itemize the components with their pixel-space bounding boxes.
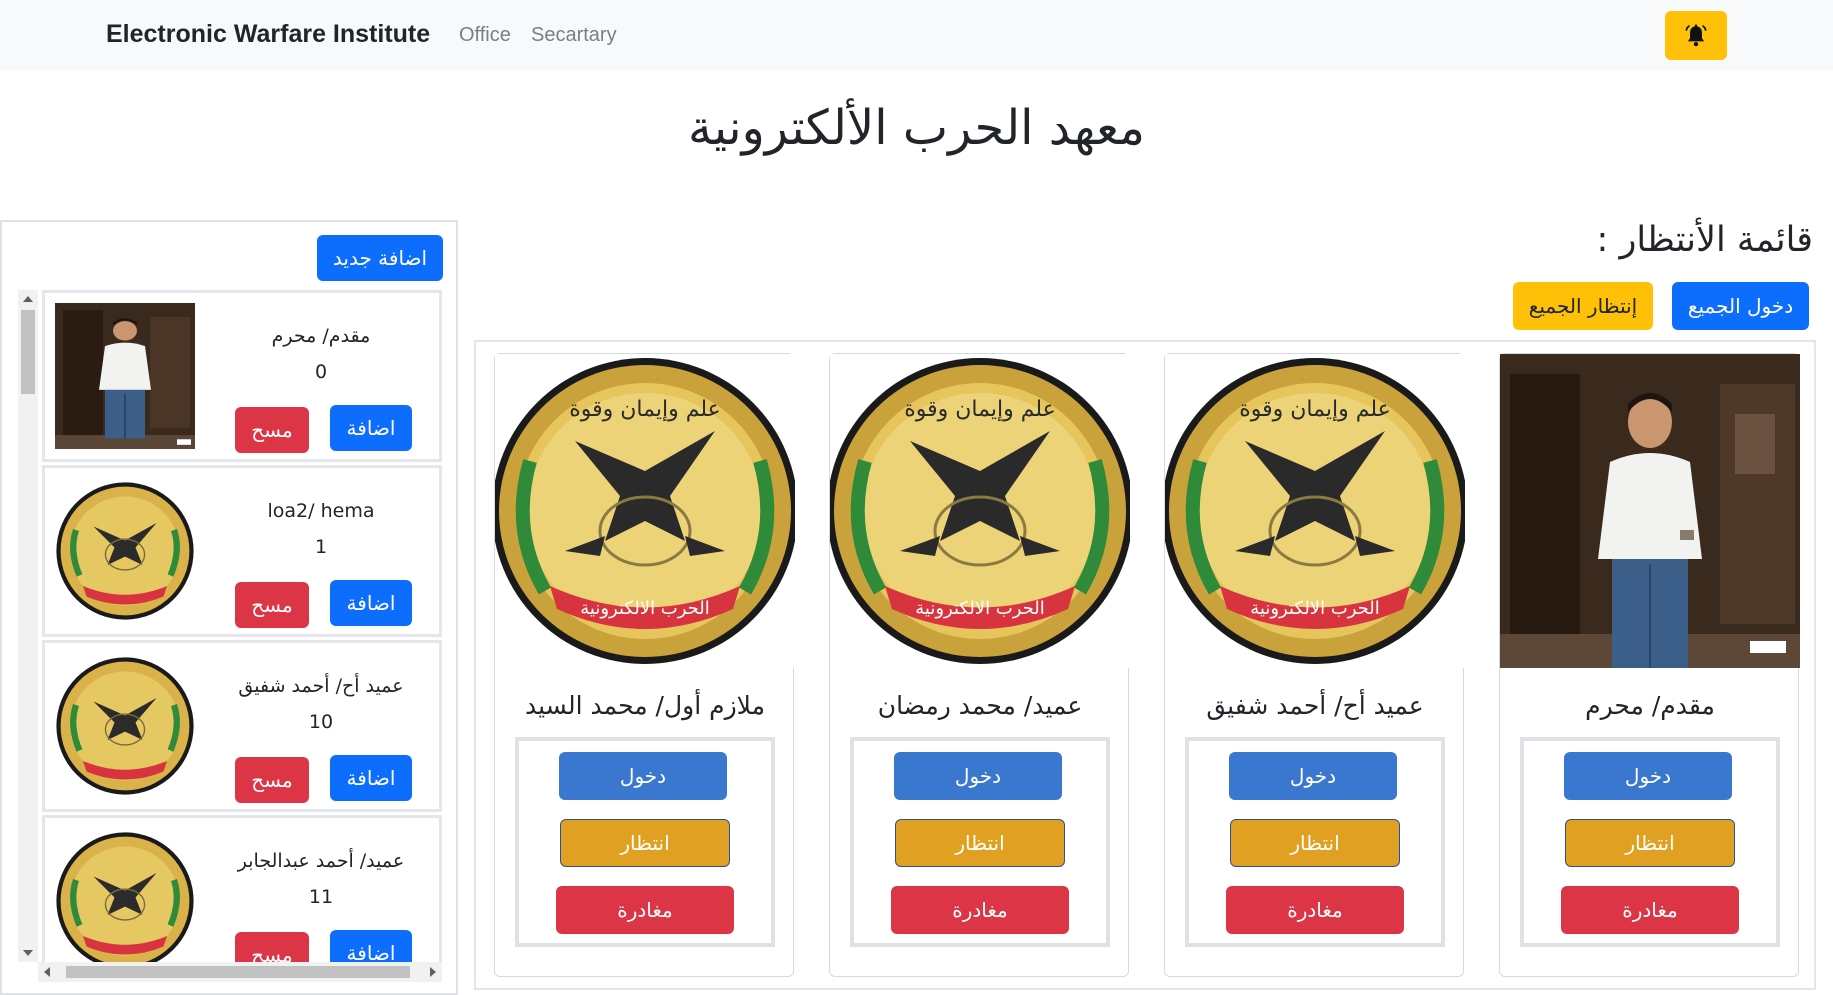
card-name: عميد أح/ أحمد شفيق (1206, 691, 1424, 720)
enter-button[interactable]: دخول (1229, 752, 1397, 800)
notifications-button[interactable] (1665, 11, 1727, 60)
card-name: مقدم/ محرم (1585, 691, 1715, 720)
wait-button[interactable]: انتظار (1230, 819, 1400, 867)
person-photo (1500, 354, 1800, 668)
add-button[interactable]: اضافة (330, 930, 412, 962)
item-count: 0 (314, 361, 328, 383)
scroll-right-arrow-icon[interactable] (430, 967, 436, 977)
vertical-scrollbar[interactable] (18, 290, 38, 962)
emblem-image: علم وإيمان وقوة الحرب الالكترونية (495, 354, 795, 668)
emblem-image: علم وإيمان وقوة الحرب الالكترونية (830, 354, 1130, 668)
scroll-up-arrow-icon[interactable] (23, 296, 33, 302)
page-title: معهد الحرب الألكترونية (688, 100, 1145, 156)
list-item: loa2/ hema 1 اضافة مسح (42, 465, 442, 637)
item-count: 11 (308, 886, 334, 908)
svg-text:علم وإيمان وقوة: علم وإيمان وقوة (1239, 397, 1391, 422)
leave-button[interactable]: مغادرة (1226, 886, 1404, 934)
item-name: loa2/ hema (267, 500, 375, 522)
svg-text:علم وإيمان وقوة: علم وإيمان وقوة (904, 397, 1056, 422)
item-name: عميد أح/ أحمد شفيق (238, 675, 404, 697)
nav-link-office[interactable]: Office (459, 24, 511, 47)
waitlist-card: مقدم/ محرم دخول انتظار مغادرة (1499, 353, 1800, 977)
waitlist-cards: مقدم/ محرم دخول انتظار مغادرة علم وإيمان… (474, 340, 1816, 990)
emblem-caption: الحرب الالكترونية (1250, 598, 1380, 619)
emblem-image (56, 657, 194, 795)
leave-button[interactable]: مغادرة (1561, 886, 1739, 934)
item-count: 1 (314, 536, 328, 558)
enter-button[interactable]: دخول (1564, 752, 1732, 800)
card-actions: دخول انتظار مغادرة (1520, 737, 1780, 947)
wait-button[interactable]: انتظار (1565, 819, 1735, 867)
card-name: عميد/ محمد رمضان (877, 691, 1083, 720)
horizontal-scrollbar[interactable] (38, 962, 442, 982)
waitlist-title: قائمة الأنتظار : (1596, 220, 1813, 260)
add-button[interactable]: اضافة (330, 580, 412, 626)
list-item: مقدم/ محرم 0 اضافة مسح (42, 290, 442, 462)
emblem-caption: الحرب الالكترونية (580, 598, 710, 619)
enter-button[interactable]: دخول (559, 752, 727, 800)
top-navbar: Electronic Warfare Institute Office Seca… (0, 0, 1833, 70)
bell-icon (1685, 24, 1707, 46)
add-new-button[interactable]: اضافة جديد (317, 235, 443, 281)
waitlist-card: علم وإيمان وقوة الحرب الالكترونية عميد أ… (1164, 353, 1465, 977)
waitlist-card: علم وإيمان وقوة الحرب الالكترونية عميد/ … (829, 353, 1130, 977)
wait-all-button[interactable]: إنتظار الجميع (1513, 282, 1653, 330)
sidebar-panel: اضافة جديد مقدم/ محرم 0 اضافة مسح loa2/ … (0, 220, 458, 995)
scrollbar-thumb-horizontal[interactable] (66, 966, 410, 978)
add-button[interactable]: اضافة (330, 755, 412, 801)
card-actions: دخول انتظار مغادرة (850, 737, 1110, 947)
enter-all-button[interactable]: دخول الجميع (1672, 282, 1809, 330)
delete-button[interactable]: مسح (235, 407, 309, 453)
wait-button[interactable]: انتظار (560, 819, 730, 867)
emblem-image: علم وإيمان وقوة الحرب الالكترونية (1165, 354, 1465, 668)
list-item: عميد/ أحمد عبدالجابر 11 اضافة مسح (42, 815, 442, 962)
enter-button[interactable]: دخول (894, 752, 1062, 800)
card-name: ملازم أول/ محمد السيد (525, 691, 765, 720)
scrollbar-thumb[interactable] (21, 310, 35, 394)
scroll-left-arrow-icon[interactable] (44, 967, 50, 977)
emblem-caption: الحرب الالكترونية (915, 598, 1045, 619)
wait-button[interactable]: انتظار (895, 819, 1065, 867)
leave-button[interactable]: مغادرة (556, 886, 734, 934)
item-name: مقدم/ محرم (271, 325, 371, 347)
item-count: 10 (308, 711, 334, 733)
card-actions: دخول انتظار مغادرة (1185, 737, 1445, 947)
item-name: عميد/ أحمد عبدالجابر (237, 850, 405, 872)
nav-link-secretary[interactable]: Secartary (531, 24, 617, 47)
leave-button[interactable]: مغادرة (891, 886, 1069, 934)
sidebar-list: مقدم/ محرم 0 اضافة مسح loa2/ hema 1 اضاف… (18, 290, 442, 992)
brand-title[interactable]: Electronic Warfare Institute (106, 20, 430, 49)
add-button[interactable]: اضافة (330, 405, 412, 451)
svg-text:علم وإيمان وقوة: علم وإيمان وقوة (569, 397, 721, 422)
list-item: عميد أح/ أحمد شفيق 10 اضافة مسح (42, 640, 442, 812)
sidebar-list-content: مقدم/ محرم 0 اضافة مسح loa2/ hema 1 اضاف… (42, 290, 442, 962)
delete-button[interactable]: مسح (235, 757, 309, 803)
scroll-down-arrow-icon[interactable] (23, 950, 33, 956)
delete-button[interactable]: مسح (235, 932, 309, 962)
card-actions: دخول انتظار مغادرة (515, 737, 775, 947)
person-photo (55, 303, 195, 449)
emblem-image (56, 832, 194, 962)
emblem-image (56, 482, 194, 620)
delete-button[interactable]: مسح (235, 582, 309, 628)
waitlist-card: علم وإيمان وقوة الحرب الالكترونية ملازم … (494, 353, 795, 977)
